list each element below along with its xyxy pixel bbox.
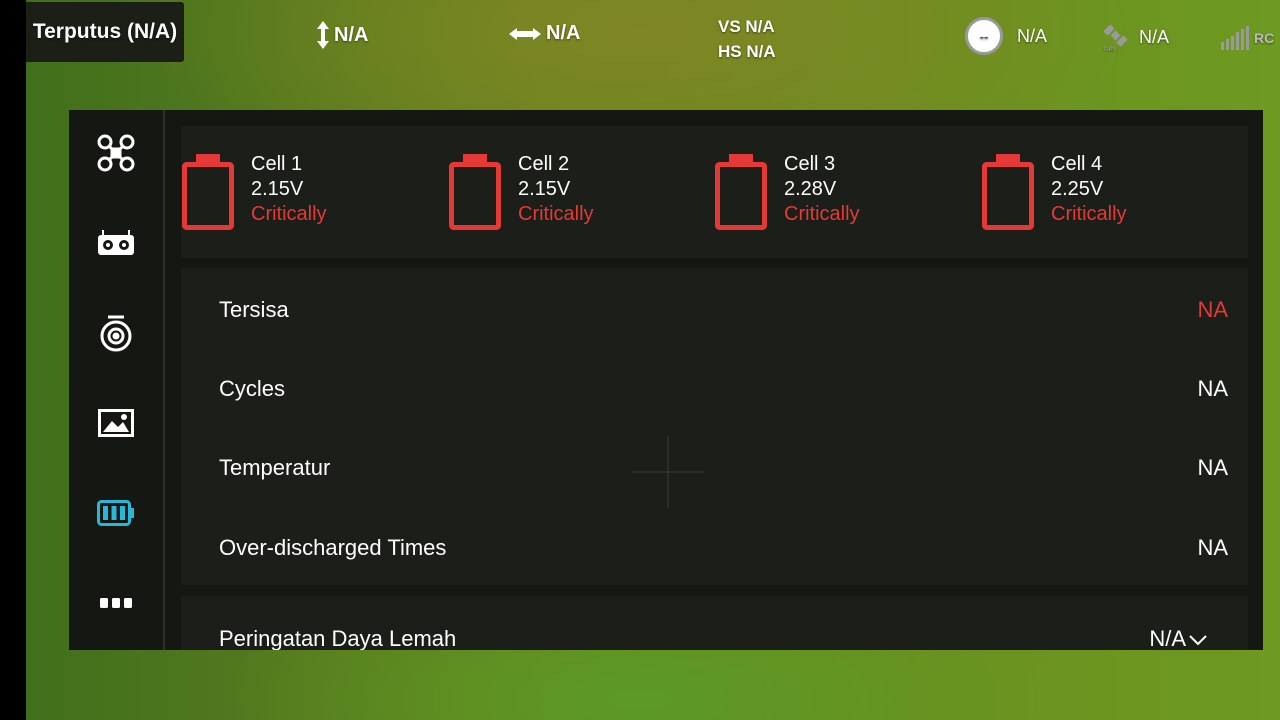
cell-voltage: 2.15V — [518, 178, 571, 200]
horizontal-arrows-icon — [508, 26, 542, 42]
controller-icon — [97, 229, 135, 262]
battery-content: Cell 1 2.15V Critically Cell 2 2.15V Cri… — [181, 126, 1248, 650]
vertical-speed: VS N/A — [718, 17, 775, 36]
distance-readout: N/A — [508, 22, 580, 45]
settings-sidebar — [69, 110, 165, 650]
drone-icon — [97, 134, 135, 177]
cell-label: Cell 2 — [518, 153, 570, 175]
camera-icon — [99, 314, 133, 357]
cell-label: Cell 4 — [1051, 153, 1103, 175]
chevron-down-icon — [1188, 626, 1208, 650]
info-label: Tersisa — [219, 297, 289, 322]
gps-indicator: GPS N/A — [1103, 22, 1169, 52]
sidebar-item-image-transmission[interactable] — [96, 405, 136, 445]
info-label: Temperatur — [219, 455, 331, 480]
rc-label: RC — [1254, 30, 1275, 46]
indicator-value: N/A — [1017, 25, 1048, 46]
cell-voltage: 2.28V — [784, 178, 837, 200]
info-row-temperature: Temperatur NA — [181, 448, 1248, 488]
vertical-arrows-icon — [316, 20, 330, 50]
status-circle-text: -- — [979, 28, 989, 44]
low-power-warning-label: Peringatan Daya Lemah — [219, 626, 457, 650]
info-value: NA — [1197, 297, 1228, 322]
more-icon — [100, 596, 132, 614]
sidebar-item-gimbal[interactable] — [96, 315, 136, 355]
cell-status: Critically — [251, 203, 327, 225]
rc-signal-indicator: RC — [1221, 26, 1274, 50]
cell-label: Cell 3 — [784, 153, 836, 175]
low-power-warning-row[interactable]: Peringatan Daya Lemah N/A — [181, 624, 1248, 650]
cell-status: Critically — [1051, 203, 1127, 225]
cell-label: Cell 1 — [251, 153, 303, 175]
cell-status: Critically — [784, 203, 860, 225]
battery-info-card: Tersisa NA Cycles NA Temperatur NA Over-… — [181, 268, 1248, 585]
cell-status: Critically — [518, 203, 594, 225]
info-label: Over-discharged Times — [219, 535, 447, 560]
flight-mode-indicator[interactable]: -- N/A — [965, 17, 1047, 55]
horizontal-speed: HS N/A — [718, 42, 776, 61]
image-icon — [98, 408, 134, 442]
status-circle-icon: -- — [965, 17, 1003, 55]
info-row-remaining: Tersisa NA — [181, 290, 1248, 330]
info-value: NA — [1197, 376, 1228, 401]
sidebar-item-battery[interactable] — [96, 495, 136, 535]
battery-cells-card: Cell 1 2.15V Critically Cell 2 2.15V Cri… — [181, 126, 1248, 258]
low-power-warning-card: Peringatan Daya Lemah N/A — [181, 596, 1248, 650]
settings-panel: Cell 1 2.15V Critically Cell 2 2.15V Cri… — [69, 110, 1263, 650]
svg-text:GPS: GPS — [1104, 47, 1117, 52]
info-value: NA — [1197, 455, 1228, 480]
sidebar-item-aircraft[interactable] — [96, 134, 136, 177]
left-edge-bar — [0, 0, 26, 720]
connection-status[interactable]: Terputus (N/A) — [26, 2, 184, 62]
info-row-cycles: Cycles NA — [181, 369, 1248, 409]
info-row-over-discharged: Over-discharged Times NA — [181, 528, 1248, 568]
distance-value: N/A — [546, 22, 581, 44]
altitude-readout: N/A — [316, 20, 368, 50]
sidebar-item-remote-controller[interactable] — [96, 225, 136, 265]
signal-bars-icon — [1221, 26, 1251, 50]
info-value: NA — [1197, 535, 1228, 560]
sidebar-item-more[interactable] — [96, 585, 136, 625]
connection-status-label: Terputus (N/A) — [32, 20, 178, 43]
speed-readout: VS N/A HS N/A — [718, 14, 776, 64]
info-label: Cycles — [219, 376, 286, 401]
low-power-warning-value: N/A — [1149, 626, 1186, 650]
gps-value: N/A — [1139, 26, 1170, 47]
altitude-value: N/A — [334, 23, 369, 46]
low-power-warning-dropdown[interactable]: N/A — [1149, 626, 1208, 650]
cell-voltage: 2.15V — [251, 178, 304, 200]
gps-satellite-icon: GPS — [1103, 22, 1133, 52]
cell-voltage: 2.25V — [1051, 178, 1104, 200]
battery-icon — [97, 499, 135, 531]
